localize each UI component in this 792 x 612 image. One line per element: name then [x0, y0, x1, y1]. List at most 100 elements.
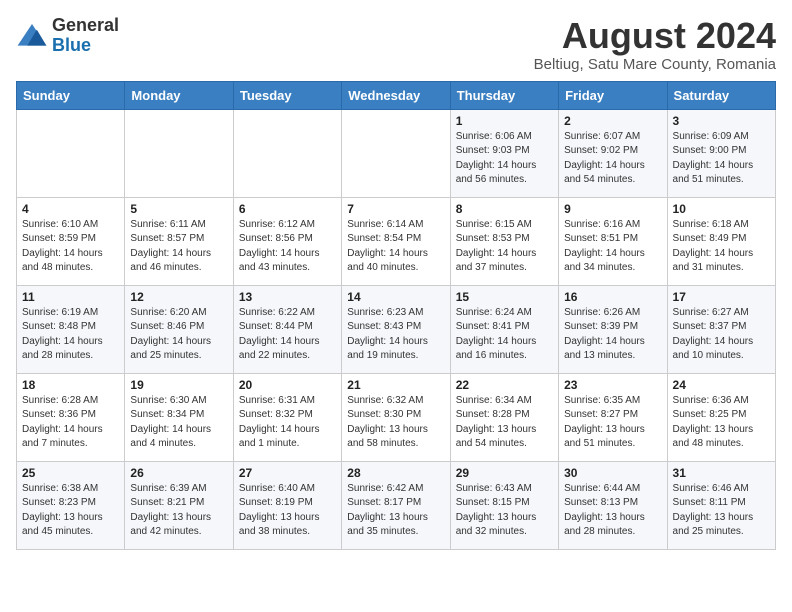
header-cell-thursday: Thursday	[450, 81, 558, 109]
day-number: 3	[673, 114, 770, 128]
day-info: Sunrise: 6:42 AM Sunset: 8:17 PM Dayligh…	[347, 482, 444, 540]
page-header: General Blue August 2024 Beltiug, Satu M…	[16, 16, 776, 73]
day-info: Sunrise: 6:28 AM Sunset: 8:36 PM Dayligh…	[22, 394, 119, 452]
calendar-cell: 18Sunrise: 6:28 AM Sunset: 8:36 PM Dayli…	[17, 373, 125, 461]
day-number: 28	[347, 466, 444, 480]
calendar-cell: 13 Sunrise: 6:22 AM Sunset: 8:44 PM Dayli…	[233, 285, 341, 373]
day-info: Sunrise: 6:27 AM Sunset: 8:37 PM Dayligh…	[673, 306, 770, 364]
calendar-cell: 8 Sunrise: 6:15 AM Sunset: 8:53 PM Daylig…	[450, 197, 558, 285]
calendar-cell: 28 Sunrise: 6:42 AM Sunset: 8:17 PM Dayli…	[342, 461, 450, 549]
week-row-1: 4 Sunrise: 6:10 AM Sunset: 8:59 PM Daylig…	[17, 197, 776, 285]
day-info: Sunrise: 6:35 AM Sunset: 8:27 PM Dayligh…	[564, 394, 661, 452]
calendar-header: SundayMondayTuesdayWednesdayThursdayFrid…	[17, 81, 776, 109]
week-row-0: 1Sunrise: 6:06 AM Sunset: 9:03 PM Daylig…	[17, 109, 776, 197]
day-info: Sunrise: 6:30 AM Sunset: 8:34 PM Dayligh…	[130, 394, 227, 452]
day-info: Sunrise: 6:09 AM Sunset: 9:00 PM Dayligh…	[673, 130, 770, 188]
calendar-cell: 10Sunrise: 6:18 AM Sunset: 8:49 PM Dayli…	[667, 197, 775, 285]
day-info: Sunrise: 6:10 AM Sunset: 8:59 PM Dayligh…	[22, 218, 119, 276]
calendar-cell: 29 Sunrise: 6:43 AM Sunset: 8:15 PM Dayli…	[450, 461, 558, 549]
calendar-cell: 1Sunrise: 6:06 AM Sunset: 9:03 PM Daylig…	[450, 109, 558, 197]
calendar-cell: 17 Sunrise: 6:27 AM Sunset: 8:37 PM Dayli…	[667, 285, 775, 373]
day-number: 22	[456, 378, 553, 392]
day-number: 11	[22, 290, 119, 304]
calendar-cell	[342, 109, 450, 197]
day-number: 23	[564, 378, 661, 392]
calendar-cell: 20 Sunrise: 6:31 AM Sunset: 8:32 PM Dayli…	[233, 373, 341, 461]
location-subtitle: Beltiug, Satu Mare County, Romania	[534, 56, 776, 73]
calendar-cell: 22Sunrise: 6:34 AM Sunset: 8:28 PM Dayli…	[450, 373, 558, 461]
day-info: Sunrise: 6:07 AM Sunset: 9:02 PM Dayligh…	[564, 130, 661, 188]
day-number: 1	[456, 114, 553, 128]
header-cell-sunday: Sunday	[17, 81, 125, 109]
day-number: 15	[456, 290, 553, 304]
calendar-cell: 24 Sunrise: 6:36 AM Sunset: 8:25 PM Dayli…	[667, 373, 775, 461]
day-info: Sunrise: 6:44 AM Sunset: 8:13 PM Dayligh…	[564, 482, 661, 540]
day-info: Sunrise: 6:14 AM Sunset: 8:54 PM Dayligh…	[347, 218, 444, 276]
calendar-cell: 27 Sunrise: 6:40 AM Sunset: 8:19 PM Dayli…	[233, 461, 341, 549]
calendar-cell: 19Sunrise: 6:30 AM Sunset: 8:34 PM Dayli…	[125, 373, 233, 461]
calendar-cell: 5Sunrise: 6:11 AM Sunset: 8:57 PM Daylig…	[125, 197, 233, 285]
calendar-cell: 30 Sunrise: 6:44 AM Sunset: 8:13 PM Dayli…	[559, 461, 667, 549]
calendar-cell	[125, 109, 233, 197]
logo: General Blue	[16, 16, 119, 56]
day-number: 17	[673, 290, 770, 304]
header-cell-tuesday: Tuesday	[233, 81, 341, 109]
calendar-cell: 4 Sunrise: 6:10 AM Sunset: 8:59 PM Daylig…	[17, 197, 125, 285]
calendar-cell: 6Sunrise: 6:12 AM Sunset: 8:56 PM Daylig…	[233, 197, 341, 285]
day-info: Sunrise: 6:23 AM Sunset: 8:43 PM Dayligh…	[347, 306, 444, 364]
day-number: 8	[456, 202, 553, 216]
calendar-cell	[17, 109, 125, 197]
day-info: Sunrise: 6:43 AM Sunset: 8:15 PM Dayligh…	[456, 482, 553, 540]
header-cell-friday: Friday	[559, 81, 667, 109]
day-info: Sunrise: 6:36 AM Sunset: 8:25 PM Dayligh…	[673, 394, 770, 452]
calendar-cell: 7 Sunrise: 6:14 AM Sunset: 8:54 PM Daylig…	[342, 197, 450, 285]
day-info: Sunrise: 6:19 AM Sunset: 8:48 PM Dayligh…	[22, 306, 119, 364]
header-cell-wednesday: Wednesday	[342, 81, 450, 109]
day-number: 2	[564, 114, 661, 128]
day-info: Sunrise: 6:22 AM Sunset: 8:44 PM Dayligh…	[239, 306, 336, 364]
day-info: Sunrise: 6:38 AM Sunset: 8:23 PM Dayligh…	[22, 482, 119, 540]
calendar-cell: 9Sunrise: 6:16 AM Sunset: 8:51 PM Daylig…	[559, 197, 667, 285]
calendar-cell: 23 Sunrise: 6:35 AM Sunset: 8:27 PM Dayli…	[559, 373, 667, 461]
header-cell-monday: Monday	[125, 81, 233, 109]
day-info: Sunrise: 6:24 AM Sunset: 8:41 PM Dayligh…	[456, 306, 553, 364]
header-cell-saturday: Saturday	[667, 81, 775, 109]
calendar-cell: 2 Sunrise: 6:07 AM Sunset: 9:02 PM Daylig…	[559, 109, 667, 197]
logo-general: General	[52, 16, 119, 36]
day-info: Sunrise: 6:15 AM Sunset: 8:53 PM Dayligh…	[456, 218, 553, 276]
day-number: 16	[564, 290, 661, 304]
calendar-cell: 21 Sunrise: 6:32 AM Sunset: 8:30 PM Dayli…	[342, 373, 450, 461]
calendar-table: SundayMondayTuesdayWednesdayThursdayFrid…	[16, 81, 776, 550]
week-row-4: 25 Sunrise: 6:38 AM Sunset: 8:23 PM Dayli…	[17, 461, 776, 549]
day-number: 13	[239, 290, 336, 304]
logo-icon	[16, 20, 48, 52]
day-number: 20	[239, 378, 336, 392]
day-number: 30	[564, 466, 661, 480]
logo-blue: Blue	[52, 36, 119, 56]
day-number: 29	[456, 466, 553, 480]
day-number: 24	[673, 378, 770, 392]
day-info: Sunrise: 6:20 AM Sunset: 8:46 PM Dayligh…	[130, 306, 227, 364]
day-number: 12	[130, 290, 227, 304]
day-number: 25	[22, 466, 119, 480]
calendar-cell: 25 Sunrise: 6:38 AM Sunset: 8:23 PM Dayli…	[17, 461, 125, 549]
header-row: SundayMondayTuesdayWednesdayThursdayFrid…	[17, 81, 776, 109]
day-info: Sunrise: 6:31 AM Sunset: 8:32 PM Dayligh…	[239, 394, 336, 452]
day-number: 14	[347, 290, 444, 304]
day-info: Sunrise: 6:32 AM Sunset: 8:30 PM Dayligh…	[347, 394, 444, 452]
day-info: Sunrise: 6:46 AM Sunset: 8:11 PM Dayligh…	[673, 482, 770, 540]
day-number: 7	[347, 202, 444, 216]
day-number: 21	[347, 378, 444, 392]
day-number: 4	[22, 202, 119, 216]
calendar-cell: 11 Sunrise: 6:19 AM Sunset: 8:48 PM Dayli…	[17, 285, 125, 373]
week-row-3: 18Sunrise: 6:28 AM Sunset: 8:36 PM Dayli…	[17, 373, 776, 461]
day-info: Sunrise: 6:26 AM Sunset: 8:39 PM Dayligh…	[564, 306, 661, 364]
day-info: Sunrise: 6:11 AM Sunset: 8:57 PM Dayligh…	[130, 218, 227, 276]
day-info: Sunrise: 6:40 AM Sunset: 8:19 PM Dayligh…	[239, 482, 336, 540]
day-number: 31	[673, 466, 770, 480]
day-number: 26	[130, 466, 227, 480]
title-block: August 2024 Beltiug, Satu Mare County, R…	[534, 16, 776, 73]
day-number: 27	[239, 466, 336, 480]
month-title: August 2024	[534, 16, 776, 56]
day-info: Sunrise: 6:18 AM Sunset: 8:49 PM Dayligh…	[673, 218, 770, 276]
